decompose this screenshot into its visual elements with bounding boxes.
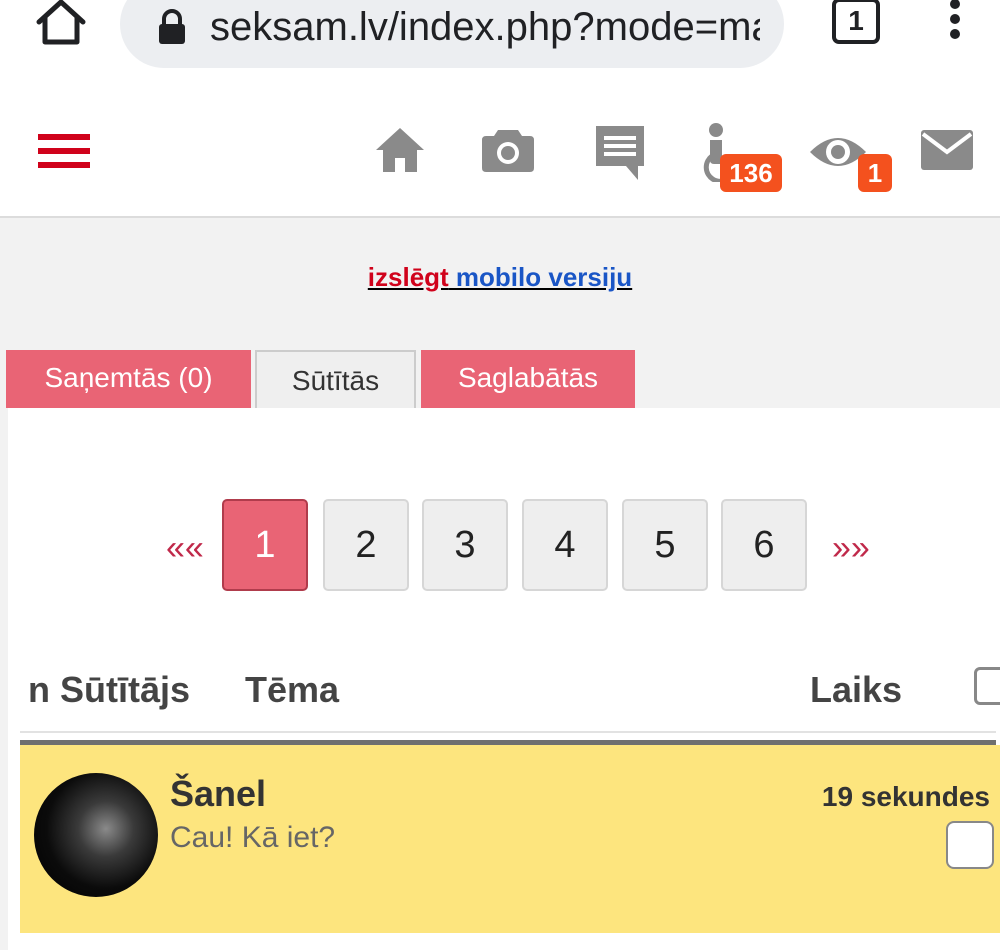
select-all-checkbox[interactable] xyxy=(974,667,1000,705)
pagination-prev[interactable]: «« xyxy=(166,528,204,568)
page-button-6[interactable]: 6 xyxy=(721,499,807,591)
tab-received[interactable]: Saņemtās (0) xyxy=(6,350,251,408)
table-row[interactable]: Šanel Cau! Kā iet? 19 sekundes xyxy=(20,745,1000,933)
site-header: 136 1 xyxy=(0,82,1000,218)
tab-saved[interactable]: Saglabātās xyxy=(421,350,635,408)
pagination-next[interactable]: »» xyxy=(832,528,870,568)
menu-icon[interactable] xyxy=(38,134,92,170)
page-button-2[interactable]: 2 xyxy=(323,499,409,591)
mail-icon[interactable] xyxy=(920,122,980,182)
page-button-4[interactable]: 4 xyxy=(522,499,608,591)
page-button-5[interactable]: 5 xyxy=(622,499,708,591)
page-button-1[interactable]: 1 xyxy=(222,499,308,591)
views-badge: 1 xyxy=(858,154,892,192)
visitors-badge: 136 xyxy=(720,154,782,192)
lock-icon xyxy=(157,8,187,48)
message-sender[interactable]: Šanel xyxy=(170,773,266,815)
message-subject[interactable]: Cau! Kā iet? xyxy=(170,821,335,855)
mobile-switch-off-label[interactable]: izslēgt xyxy=(368,262,449,292)
header-divider xyxy=(20,731,996,733)
column-header-subject[interactable]: Tēma xyxy=(245,670,339,710)
chat-icon[interactable] xyxy=(592,122,652,182)
url-text[interactable]: seksam.lv/index.php?mode=ma xyxy=(210,2,760,52)
mobile-version-link[interactable]: izslēgt mobilo versiju xyxy=(0,262,1000,293)
column-header-time[interactable]: Laiks xyxy=(810,670,902,710)
browser-home-icon[interactable] xyxy=(34,0,88,46)
avatar[interactable] xyxy=(34,773,158,897)
mobile-switch-label[interactable]: mobilo versiju xyxy=(449,262,632,292)
tab-count: 1 xyxy=(832,0,880,44)
tab-sent[interactable]: Sūtītās xyxy=(255,350,416,410)
page-button-3[interactable]: 3 xyxy=(422,499,508,591)
home-icon[interactable] xyxy=(372,122,432,182)
camera-icon[interactable] xyxy=(480,122,540,182)
column-header-sender[interactable]: n Sūtītājs xyxy=(28,670,190,710)
address-bar[interactable]: seksam.lv/index.php?mode=ma xyxy=(120,0,784,68)
browser-menu-icon[interactable] xyxy=(940,0,970,44)
tab-switcher-button[interactable]: 1 xyxy=(830,0,880,44)
message-time: 19 sekundes xyxy=(821,781,990,812)
row-checkbox[interactable] xyxy=(946,821,994,869)
browser-toolbar: seksam.lv/index.php?mode=ma 1 xyxy=(0,0,1000,82)
